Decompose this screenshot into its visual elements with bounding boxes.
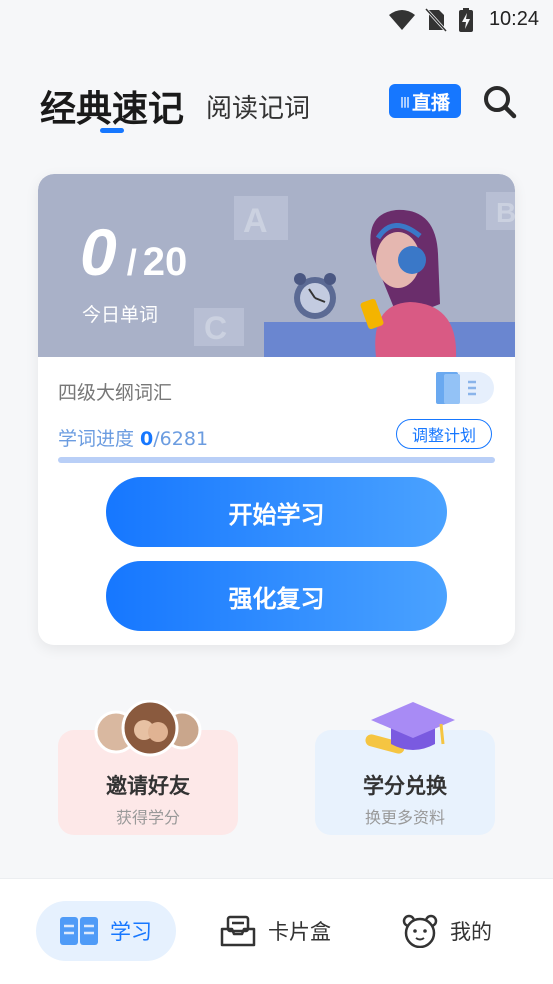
svg-text:A: A	[243, 202, 268, 240]
bear-icon	[402, 914, 438, 948]
intensive-review-button[interactable]: 强化复习	[106, 561, 447, 631]
live-bars-icon: |||	[399, 94, 410, 108]
nav-item-card-box[interactable]: 卡片盒	[220, 901, 331, 961]
invite-friends-card[interactable]: 邀请好友 获得学分	[58, 700, 238, 835]
study-progress: 学词进度 0/6281	[58, 424, 208, 451]
invite-friends-title: 邀请好友	[106, 774, 190, 798]
progress-total: /6281	[153, 428, 209, 450]
words-learned-today: 0	[80, 215, 117, 289]
daily-word-goal: 20	[142, 240, 188, 284]
invite-friends-subtitle: 获得学分	[115, 808, 180, 827]
svg-text:B: B	[496, 197, 515, 228]
nav-label-card-box: 卡片盒	[268, 920, 331, 944]
redeem-credits-subtitle: 换更多资料	[364, 808, 445, 827]
progress-bar	[58, 457, 495, 463]
adjust-plan-button[interactable]: 调整计划	[396, 419, 492, 449]
nav-item-study[interactable]: 学习	[36, 901, 176, 961]
today-words-label: 今日单词	[82, 304, 159, 326]
switch-book-icon[interactable]	[434, 370, 494, 406]
clock: 10:24	[488, 8, 539, 30]
battery-icon	[459, 8, 473, 32]
count-separator: /	[126, 242, 137, 283]
daily-goal-banner: A B C 0/20 今日单词	[38, 174, 515, 357]
search-icon[interactable]	[482, 84, 518, 120]
book-icon	[60, 917, 98, 945]
status-bar: 10:24	[0, 0, 553, 40]
nav-label-study: 学习	[110, 920, 152, 944]
start-learning-button[interactable]: 开始学习	[106, 477, 447, 547]
live-label: 直播	[412, 91, 451, 114]
daily-word-count: 0/20	[80, 214, 187, 290]
svg-text:C: C	[204, 310, 227, 346]
tab-reading-words[interactable]: 阅读记词	[206, 88, 310, 125]
redeem-credits-card[interactable]: 学分兑换 换更多资料	[315, 702, 495, 835]
study-card: A B C 0/20 今日单词 四级大纲词汇 学词进度 0/6281 调整计划 …	[38, 174, 515, 645]
live-button[interactable]: ||| 直播	[389, 84, 461, 118]
nav-label-mine: 我的	[450, 920, 492, 944]
nav-item-mine[interactable]: 我的	[402, 901, 492, 961]
redeem-credits-title: 学分兑换	[363, 774, 447, 798]
graduation-cap-icon	[365, 702, 455, 754]
progress-done: 0	[140, 428, 154, 450]
progress-prefix: 学词进度	[58, 428, 141, 450]
card-box-icon	[220, 915, 256, 947]
bottom-navigation: 学习 卡片盒 我的	[0, 878, 553, 984]
word-book-name[interactable]: 四级大纲词汇	[58, 378, 172, 405]
tab-classic-memorize[interactable]: 经典速记	[40, 80, 184, 132]
wifi-icon	[389, 10, 415, 30]
no-sim-icon	[425, 8, 447, 32]
friends-avatars-icon	[94, 700, 202, 757]
active-tab-indicator	[100, 128, 124, 133]
